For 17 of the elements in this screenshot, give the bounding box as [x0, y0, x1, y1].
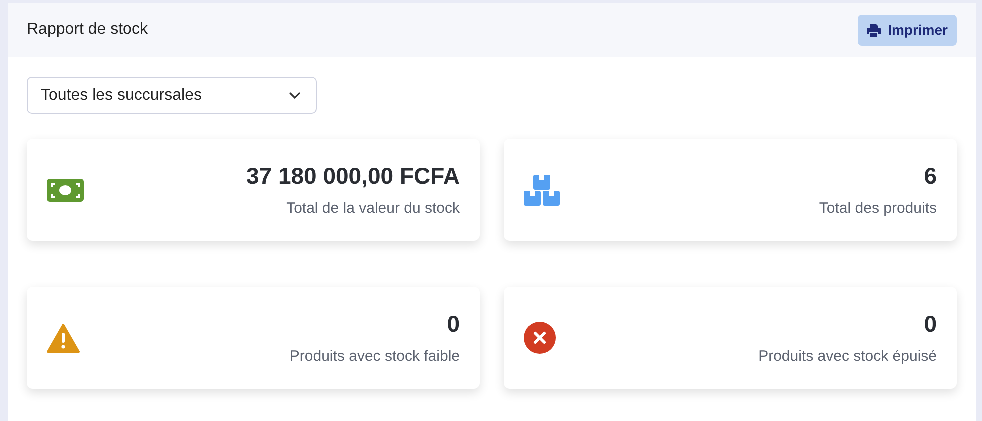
stat-label: Produits avec stock épuisé	[758, 348, 937, 365]
error-icon	[524, 322, 556, 354]
stat-value: 0	[446, 311, 460, 338]
panel-title: Rapport de stock	[27, 21, 148, 39]
stat-label: Total de la valeur du stock	[286, 200, 460, 217]
money-icon	[47, 178, 84, 202]
stat-label: Total des produits	[819, 200, 937, 217]
warning-icon	[47, 324, 80, 352]
printer-icon	[867, 24, 882, 36]
print-button[interactable]: Imprimer	[858, 14, 957, 46]
chevron-down-icon	[289, 92, 301, 100]
branch-select[interactable]: Toutes les succursales	[27, 77, 317, 114]
stat-label: Produits avec stock faible	[290, 348, 460, 365]
stat-value: 37 180 000,00 FCFA	[246, 163, 460, 190]
boxes-icon	[524, 174, 561, 206]
stat-value: 0	[923, 311, 937, 338]
stat-value: 6	[923, 163, 937, 190]
